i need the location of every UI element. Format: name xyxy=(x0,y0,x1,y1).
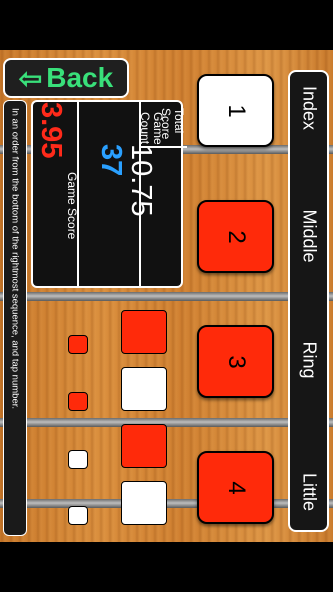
back-button[interactable]: ⇦ Back xyxy=(3,58,129,98)
finger-label-ring: Ring xyxy=(299,341,319,379)
score-panel: Game Score 3.95 37 10.75 Total Score Gam… xyxy=(31,100,187,288)
finger-labels-panel: Index Middle Ring Little xyxy=(288,70,329,532)
finger-label-middle: Middle xyxy=(299,209,319,263)
finger-label-index: Index xyxy=(299,85,319,131)
game-score-value: 3.95 xyxy=(35,102,67,159)
sequence-note xyxy=(121,310,167,354)
sequence-note-small xyxy=(68,335,88,354)
instruction-panel: In an order from the bottom of the right… xyxy=(3,100,27,536)
key-1-label: 1 xyxy=(222,103,250,118)
sequence-note xyxy=(121,367,167,411)
score-labels-column: Total Score Game Count xyxy=(138,102,187,286)
sequence-note-small xyxy=(68,392,88,411)
sequence-note-small xyxy=(68,450,88,469)
key-2-button[interactable]: 2 xyxy=(197,200,274,273)
instruction-text: In an order from the bottom of the right… xyxy=(9,108,21,410)
total-score-value: 37 xyxy=(95,144,127,177)
sequence-note-small xyxy=(68,506,88,525)
game-score-column: Game Score 3.95 xyxy=(33,102,79,286)
key-1-button[interactable]: 1 xyxy=(197,74,274,147)
finger-label-little: Little xyxy=(299,472,319,512)
back-arrow-icon: ⇦ xyxy=(18,62,43,94)
score-values-column: 37 10.75 xyxy=(79,102,157,286)
sequence-note xyxy=(121,424,167,468)
key-3-button[interactable]: 3 xyxy=(197,325,274,398)
back-button-label: Back xyxy=(46,62,114,93)
key-2-label: 2 xyxy=(222,229,250,244)
game-screen: ⇦ Back In an order from the bottom of th… xyxy=(0,0,333,592)
key-4-button[interactable]: 4 xyxy=(197,451,274,524)
key-3-label: 3 xyxy=(222,354,250,369)
key-4-label: 4 xyxy=(222,480,250,495)
fret-bar xyxy=(0,292,333,301)
sequence-note xyxy=(121,481,167,525)
game-count-label: Game Count xyxy=(138,112,165,145)
